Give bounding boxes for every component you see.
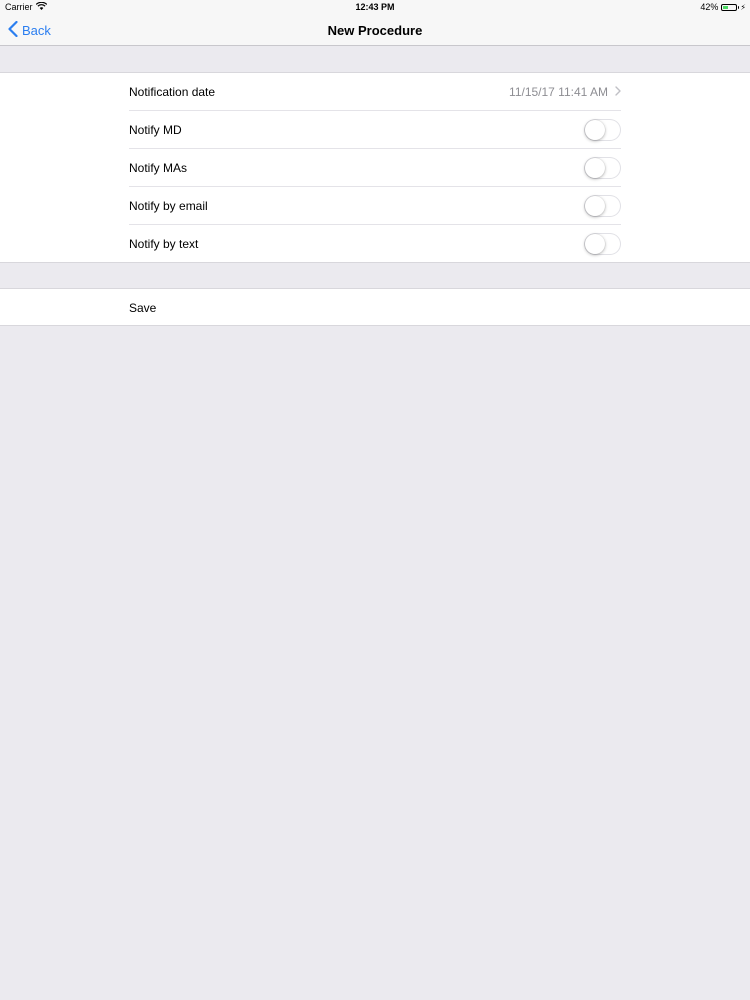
notification-settings-section: Notification date 11/15/17 11:41 AM Noti… bbox=[0, 72, 750, 263]
battery-percent: 42% bbox=[700, 2, 719, 12]
notify-email-switch[interactable] bbox=[584, 194, 621, 217]
notify-email-label: Notify by email bbox=[129, 198, 208, 213]
notification-date-value: 11/15/17 11:41 AM bbox=[509, 84, 608, 99]
notify-md-switch[interactable] bbox=[584, 118, 621, 141]
notify-md-label: Notify MD bbox=[129, 122, 182, 137]
battery-level-fill bbox=[723, 5, 729, 9]
navigation-bar: Back New Procedure bbox=[0, 14, 750, 46]
notify-mas-label: Notify MAs bbox=[129, 160, 188, 175]
notification-date-row[interactable]: Notification date 11/15/17 11:41 AM bbox=[129, 73, 621, 111]
switch-knob bbox=[585, 157, 605, 178]
status-right: 42% ⚡ bbox=[700, 2, 746, 12]
status-bar: Carrier 12:43 PM 42% ⚡ bbox=[0, 0, 750, 14]
notification-date-value-group: 11/15/17 11:41 AM bbox=[509, 85, 621, 99]
battery-icon bbox=[721, 3, 740, 11]
notify-email-row: Notify by email bbox=[129, 187, 621, 225]
notify-mas-row: Notify MAs bbox=[129, 149, 621, 187]
status-time: 12:43 PM bbox=[355, 2, 395, 12]
save-button[interactable]: Save bbox=[129, 289, 621, 327]
notify-text-row: Notify by text bbox=[129, 225, 621, 263]
charging-bolt-icon: ⚡ bbox=[740, 2, 746, 12]
notify-text-switch[interactable] bbox=[584, 233, 621, 255]
page-title: New Procedure bbox=[327, 23, 423, 38]
actions-section: Save bbox=[0, 288, 750, 326]
notify-text-label: Notify by text bbox=[129, 237, 199, 251]
notification-date-label: Notification date bbox=[129, 84, 216, 99]
switch-knob bbox=[585, 234, 605, 254]
chevron-right-icon bbox=[615, 85, 621, 99]
switch-knob bbox=[585, 119, 605, 140]
save-label: Save bbox=[129, 301, 157, 315]
notify-mas-switch[interactable] bbox=[584, 156, 621, 179]
notify-md-row: Notify MD bbox=[129, 111, 621, 149]
switch-knob bbox=[585, 195, 605, 216]
